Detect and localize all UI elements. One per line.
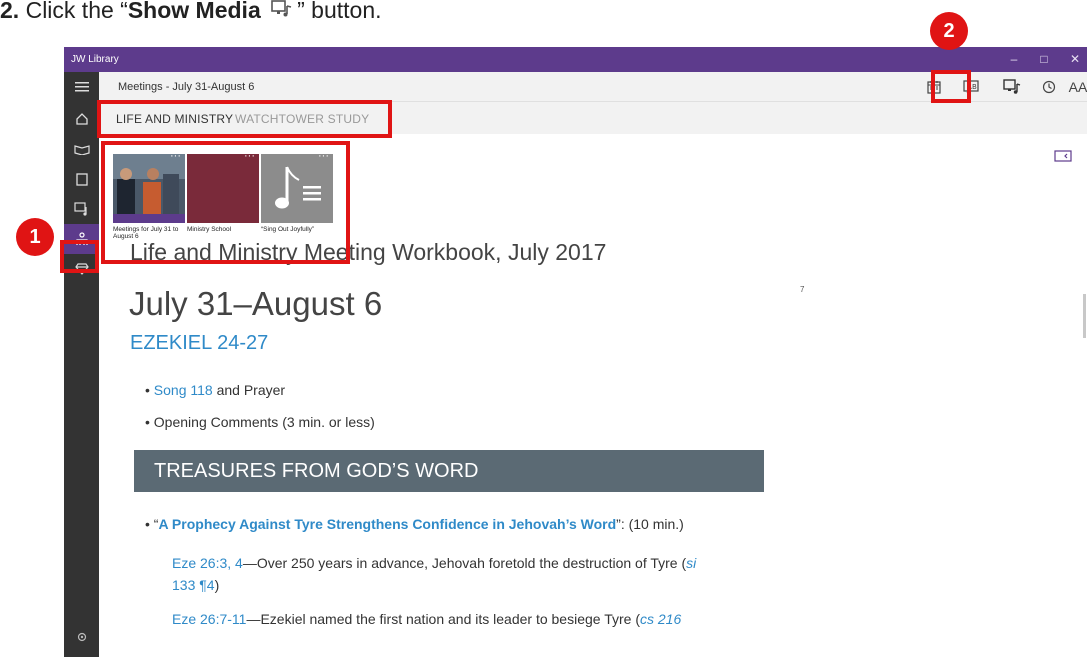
step-number: 2. bbox=[0, 0, 20, 20]
font-size-button[interactable]: AA bbox=[1067, 76, 1087, 98]
home-icon bbox=[75, 113, 88, 125]
settings-button[interactable] bbox=[64, 622, 99, 652]
publication-icon bbox=[75, 173, 88, 186]
callout-box-media bbox=[101, 141, 350, 264]
media-icon bbox=[73, 202, 87, 216]
citation-link[interactable]: 133 ¶4 bbox=[172, 577, 215, 593]
citation-link[interactable]: si bbox=[686, 555, 696, 571]
callout-number-2: 2 bbox=[930, 12, 968, 50]
callout-box-tabs bbox=[97, 100, 392, 138]
callout-number-1: 1 bbox=[16, 218, 54, 256]
paragraph-eze-26-3: Eze 26:3, 4—Over 250 years in advance, J… bbox=[172, 555, 697, 593]
list-item-opening: • Opening Comments (3 min. or less) bbox=[145, 414, 375, 430]
gear-icon bbox=[77, 632, 86, 642]
citation-link[interactable]: cs 216 bbox=[640, 611, 681, 627]
app-title: JW Library bbox=[71, 54, 119, 65]
home-button[interactable] bbox=[64, 104, 99, 134]
sidebar bbox=[64, 72, 99, 657]
hamburger-menu-button[interactable] bbox=[64, 72, 99, 102]
show-media-button[interactable] bbox=[1001, 76, 1023, 98]
scrollbar-thumb[interactable] bbox=[1083, 294, 1086, 338]
talk-title-link[interactable]: A Prophecy Against Tyre Strengthens Conf… bbox=[158, 516, 616, 532]
callout-box-meetings bbox=[60, 240, 99, 273]
bible-reading-link[interactable]: EZEKIEL 24-27 bbox=[130, 332, 268, 355]
instruction-prefix: Click the “ bbox=[25, 0, 128, 20]
song-link[interactable]: Song 118 bbox=[154, 382, 213, 398]
scripture-link[interactable]: Eze 26:3, 4 bbox=[172, 555, 243, 571]
week-heading: July 31–August 6 bbox=[129, 285, 383, 322]
title-bar: JW Library – □ ✕ bbox=[64, 47, 1087, 72]
open-book-icon bbox=[73, 145, 90, 155]
media-button[interactable] bbox=[64, 194, 99, 224]
minimize-button[interactable]: – bbox=[1004, 51, 1024, 67]
paragraph-eze-26-7: Eze 26:7-11—Ezekiel named the first nati… bbox=[172, 611, 682, 627]
svg-text:B: B bbox=[972, 83, 977, 91]
history-button[interactable] bbox=[1038, 76, 1060, 98]
show-media-icon bbox=[271, 0, 293, 20]
bible-button[interactable] bbox=[64, 134, 99, 164]
section-banner: TREASURES FROM GOD’S WORD bbox=[134, 450, 764, 492]
paragraph-number: 7 bbox=[800, 285, 805, 294]
panel-toggle-icon bbox=[1054, 150, 1072, 162]
list-item-talk: • “A Prophecy Against Tyre Strengthens C… bbox=[145, 516, 684, 532]
close-button[interactable]: ✕ bbox=[1065, 51, 1085, 67]
sidebar-toggle-button[interactable] bbox=[1054, 149, 1072, 167]
scripture-link[interactable]: Eze 26:7-11 bbox=[172, 611, 246, 627]
maximize-button[interactable]: □ bbox=[1034, 51, 1054, 67]
app-window: JW Library – □ ✕ Meetings - July 31-Augu… bbox=[64, 47, 1087, 657]
callout-box-show-media bbox=[931, 70, 971, 103]
publications-button[interactable] bbox=[64, 164, 99, 194]
hamburger-icon bbox=[74, 82, 89, 92]
instruction-text: 2. Click the “Show Media ” button. bbox=[0, 0, 1087, 44]
instruction-suffix: ” button. bbox=[297, 0, 382, 20]
show-media-icon bbox=[1003, 79, 1021, 94]
clock-icon bbox=[1042, 80, 1056, 94]
instruction-button-name: Show Media bbox=[127, 0, 261, 20]
page-title: Meetings - July 31-August 6 bbox=[118, 81, 255, 93]
list-item-song: • Song 118 and Prayer bbox=[145, 382, 286, 398]
